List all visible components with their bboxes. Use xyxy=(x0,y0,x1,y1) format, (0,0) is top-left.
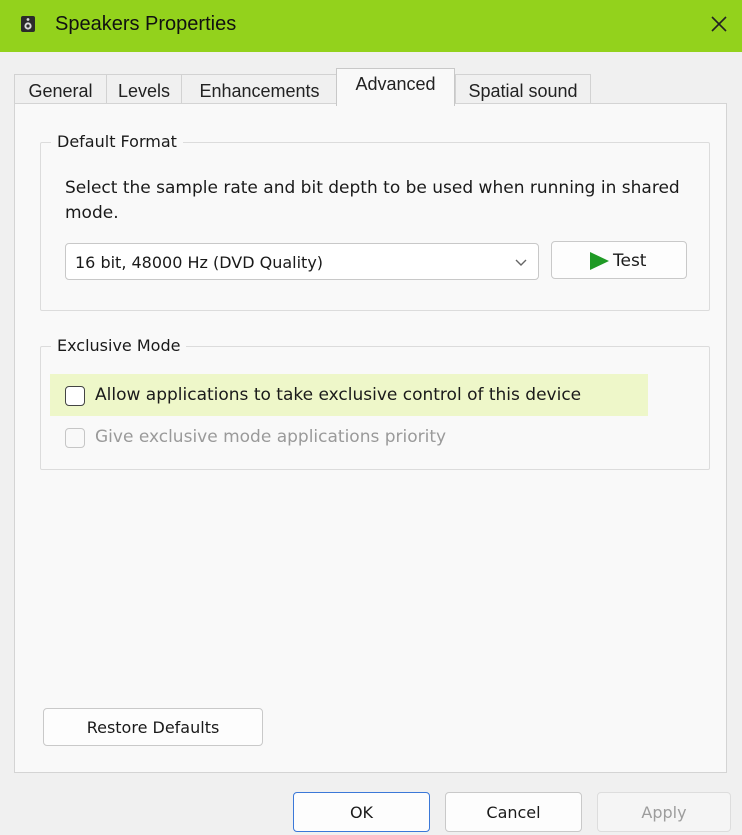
close-icon xyxy=(711,16,727,32)
title-bar: Speakers Properties xyxy=(0,0,742,52)
allow-exclusive-checkbox[interactable] xyxy=(65,386,85,406)
priority-checkbox xyxy=(65,428,85,448)
tab-spatial-sound[interactable]: Spatial sound xyxy=(455,74,591,105)
restore-defaults-button[interactable]: Restore Defaults xyxy=(43,708,263,746)
tab-label: Levels xyxy=(117,81,171,101)
default-format-label: Default Format xyxy=(51,132,183,151)
apply-button: Apply xyxy=(597,792,731,832)
default-format-group: Default Format Select the sample rate an… xyxy=(40,132,710,311)
exclusive-mode-label: Exclusive Mode xyxy=(51,336,187,355)
play-icon xyxy=(590,252,609,270)
test-label: Test xyxy=(613,251,647,271)
tab-enhancements[interactable]: Enhancements xyxy=(181,74,338,105)
tab-strip: General Levels Enhancements Advanced Spa… xyxy=(14,68,742,106)
cancel-button[interactable]: Cancel xyxy=(445,792,582,832)
speaker-icon xyxy=(19,15,37,33)
chevron-down-icon xyxy=(515,259,527,266)
tab-advanced[interactable]: Advanced xyxy=(336,68,455,106)
allow-exclusive-label[interactable]: Allow applications to take exclusive con… xyxy=(95,385,581,405)
tab-label: Enhancements xyxy=(199,81,320,101)
tab-levels[interactable]: Levels xyxy=(106,74,182,105)
tab-general[interactable]: General xyxy=(14,74,107,105)
tab-label: Spatial sound xyxy=(468,81,578,101)
test-button[interactable]: Test xyxy=(551,241,687,279)
ok-button[interactable]: OK xyxy=(293,792,430,832)
default-format-description: Select the sample rate and bit depth to … xyxy=(65,178,680,223)
format-dropdown[interactable]: 16 bit, 48000 Hz (DVD Quality) xyxy=(65,243,539,280)
advanced-panel: Default Format Select the sample rate an… xyxy=(14,103,727,773)
close-button[interactable] xyxy=(696,0,742,48)
tab-label: Advanced xyxy=(355,74,436,94)
window-title: Speakers Properties xyxy=(55,13,237,35)
tab-label: General xyxy=(28,81,93,101)
priority-label: Give exclusive mode applications priorit… xyxy=(95,427,447,447)
exclusive-mode-group: Exclusive Mode Allow applications to tak… xyxy=(40,336,710,470)
format-selected-value: 16 bit, 48000 Hz (DVD Quality) xyxy=(75,253,324,272)
